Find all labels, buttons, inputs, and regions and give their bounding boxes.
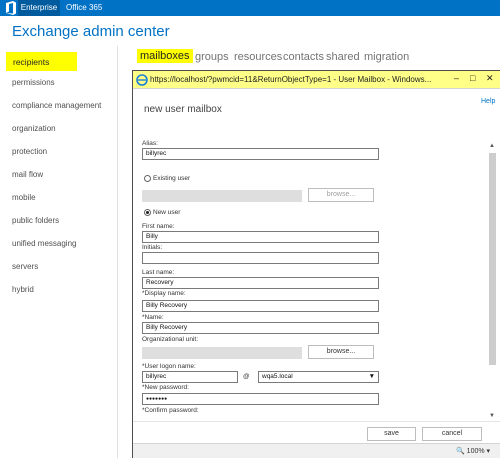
sidebar-item-compliance-management[interactable]: compliance management (12, 101, 101, 110)
sidebar-item-organization[interactable]: organization (12, 124, 56, 133)
form-scrollbar[interactable]: ▲ ▼ (488, 143, 497, 421)
scroll-down-icon[interactable]: ▼ (489, 413, 495, 419)
maximize-icon[interactable]: □ (470, 73, 475, 83)
new-password-input[interactable]: ●●●●●●● (142, 393, 379, 405)
ie-icon (136, 74, 148, 86)
sidebar-item-hybrid[interactable]: hybrid (12, 285, 34, 294)
organizational-unit-label: Organizational unit: (142, 336, 199, 343)
sidebar-item-unified-messaging[interactable]: unified messaging (12, 239, 76, 248)
page-title: Exchange admin center (12, 23, 170, 40)
cancel-button[interactable]: cancel (422, 427, 482, 441)
scroll-up-icon[interactable]: ▲ (489, 143, 495, 149)
save-button[interactable]: save (367, 427, 416, 441)
alias-input[interactable]: billyrec (142, 148, 379, 160)
confirm-password-label: *Confirm password: (142, 407, 199, 414)
existing-user-label: Existing user (153, 175, 191, 182)
name-input[interactable]: Billy Recovery (142, 322, 379, 334)
status-bar: 🔍 100% ▾ (133, 443, 500, 458)
last-name-input[interactable]: Recovery (142, 277, 379, 289)
sidebar-item-recipients[interactable]: recipients (6, 52, 78, 71)
top-bar: Enterprise Office 365 (0, 0, 500, 16)
chevron-down-icon: ▼ (368, 373, 375, 380)
name-label: *Name: (142, 314, 164, 321)
tab-groups[interactable]: groups (195, 51, 229, 63)
dialog-title: https://localhost/?pwmcid=11&ReturnObjec… (150, 75, 432, 84)
topbar-office365-link[interactable]: Office 365 (66, 0, 102, 16)
new-user-mailbox-dialog: https://localhost/?pwmcid=11&ReturnObjec… (132, 70, 500, 458)
tab-resources[interactable]: resources (234, 51, 282, 63)
new-user-radio[interactable] (144, 209, 151, 216)
zoom-level: 100% (466, 448, 485, 455)
close-icon[interactable]: ✕ (486, 73, 494, 84)
office-logo-icon (6, 1, 16, 15)
initials-input[interactable] (142, 252, 379, 264)
app-root: Enterprise Office 365 Exchange admin cen… (0, 0, 500, 458)
tab-mailboxes[interactable]: mailboxes (137, 49, 193, 63)
last-name-label: Last name: (142, 269, 175, 276)
display-name-label: *Display name: (142, 290, 186, 297)
tab-shared[interactable]: shared (326, 51, 360, 63)
topbar-enterprise-link[interactable]: Enterprise (18, 0, 60, 16)
alias-label: Alias: (142, 140, 158, 147)
domain-select[interactable]: wqa5.local ▼ (258, 371, 379, 383)
new-user-label: New user (153, 209, 181, 216)
user-logon-name-label: *User logon name: (142, 363, 196, 370)
existing-user-input (142, 190, 302, 202)
existing-user-radio[interactable] (144, 175, 151, 182)
at-sign: @ (243, 373, 250, 380)
sidebar-item-permissions[interactable]: permissions (12, 78, 55, 87)
dialog-heading: new user mailbox (144, 104, 222, 115)
sidebar-item-servers[interactable]: servers (12, 262, 38, 271)
user-logon-name-input[interactable]: billyrec (142, 371, 238, 383)
sidebar: recipients permissions compliance manage… (0, 46, 118, 458)
existing-user-browse-button[interactable]: browse... (308, 188, 374, 202)
new-password-label: *New password: (142, 384, 189, 391)
tab-migration[interactable]: migration (364, 51, 409, 63)
organizational-unit-browse-button[interactable]: browse... (308, 345, 374, 359)
dialog-titlebar[interactable]: https://localhost/?pwmcid=11&ReturnObjec… (133, 71, 500, 89)
initials-label: Initials: (142, 244, 163, 251)
domain-select-value: wqa5.local (262, 373, 293, 380)
first-name-input[interactable]: Billy (142, 231, 379, 243)
display-name-input[interactable]: Billy Recovery (142, 300, 379, 312)
organizational-unit-input (142, 347, 302, 359)
sidebar-item-mobile[interactable]: mobile (12, 193, 36, 202)
footer-divider (133, 421, 500, 422)
scroll-thumb[interactable] (489, 153, 496, 365)
minimize-icon[interactable]: – (454, 73, 459, 83)
first-name-label: First name: (142, 223, 175, 230)
zoom-control[interactable]: 🔍 100% ▾ (456, 447, 490, 455)
sidebar-item-public-folders[interactable]: public folders (12, 216, 59, 225)
tab-contacts[interactable]: contacts (283, 51, 324, 63)
help-link[interactable]: Help (481, 98, 495, 105)
sidebar-item-mail-flow[interactable]: mail flow (12, 170, 43, 179)
sidebar-item-protection[interactable]: protection (12, 147, 47, 156)
